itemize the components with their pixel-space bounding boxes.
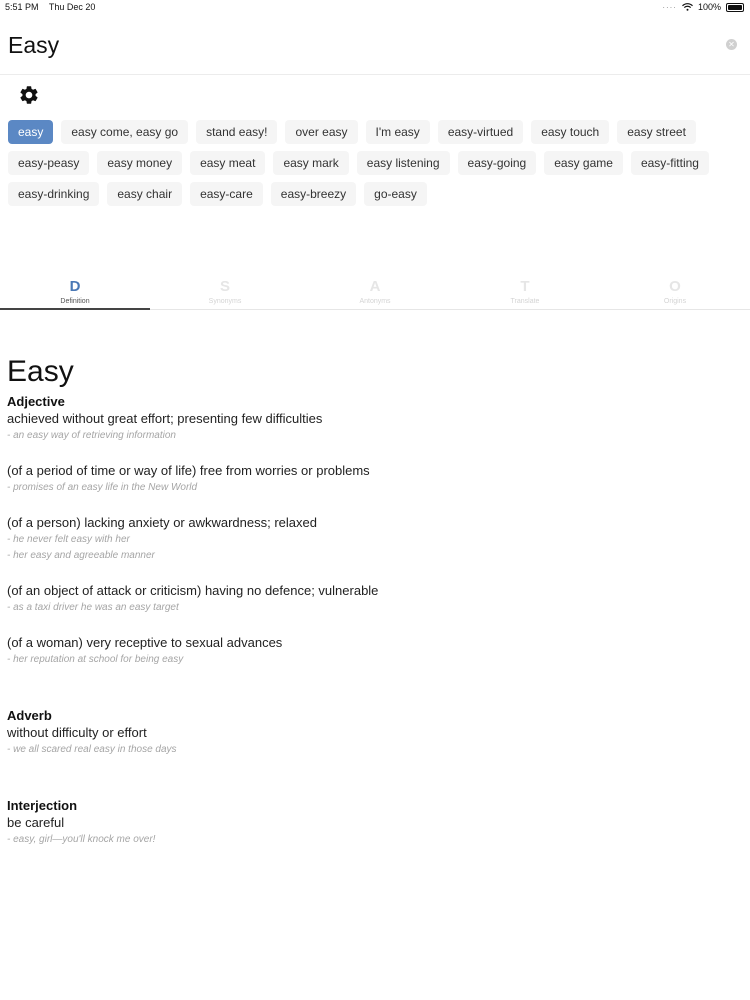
part-of-speech: Interjection: [7, 798, 78, 813]
battery-icon: [726, 2, 744, 12]
search-bar: ✕: [0, 18, 750, 75]
battery-percent: 100%: [697, 2, 721, 12]
antonyms-icon: A: [369, 278, 381, 295]
example-text: - promises of an easy life in the New Wo…: [7, 482, 198, 493]
wifi-icon: [682, 3, 693, 11]
example-text: - her reputation at school for being eas…: [7, 654, 184, 665]
phrase-chip[interactable]: easy listening: [356, 151, 450, 175]
chip-row: easy-drinking easy chair easy-care easy-bre…: [8, 182, 738, 206]
definition-text: be careful: [7, 815, 65, 830]
phrase-chip[interactable]: easy money: [97, 151, 183, 175]
tab-bar: D Definition S Synonyms A Antonyms T Translate O…: [0, 276, 750, 310]
origins-icon: O: [669, 278, 681, 295]
tab-label: Synonyms: [208, 298, 242, 305]
pos-block: Adjective achieved without great effort; …: [7, 394, 727, 668]
definition-text: without difficulty or effort: [7, 725, 147, 740]
tab-origins[interactable]: O Origins: [600, 276, 750, 309]
definition-text: achieved without great effort; presentin…: [7, 411, 323, 426]
status-date: Thu Dec 20: [48, 2, 96, 12]
tab-label: Origins: [663, 298, 687, 305]
pos-block: Adverb without difficulty or effort - we a…: [7, 708, 727, 758]
clear-icon[interactable]: ✕: [726, 39, 737, 50]
sense: without difficulty or effort - we all sca…: [7, 724, 727, 758]
pos-groups: Adjective achieved without great effort; …: [7, 394, 727, 848]
sense: achieved without great effort; presentin…: [7, 410, 727, 444]
phrase-chip[interactable]: easy-drinking: [8, 182, 100, 206]
phrase-chip[interactable]: easy-virtued: [437, 120, 524, 144]
part-of-speech: Adverb: [7, 708, 52, 723]
definition-icon: D: [69, 278, 81, 295]
phrase-chip[interactable]: easy mark: [273, 151, 349, 175]
phrase-chip[interactable]: easy come, easy go: [61, 120, 189, 144]
chip-row: easy-peasy easy money easy meat easy mark ea…: [8, 151, 738, 175]
phrase-chip[interactable]: easy chair: [107, 182, 183, 206]
phrase-chip[interactable]: go-easy: [364, 182, 427, 206]
synonyms-icon: S: [219, 278, 230, 295]
sense: (of a period of time or way of life) fre…: [7, 462, 727, 496]
phrase-chip[interactable]: easy game: [544, 151, 623, 175]
tab-antonyms[interactable]: A Antonyms: [300, 276, 450, 309]
example-text: - he never felt easy with her: [7, 534, 130, 545]
chip-row: easy easy come, easy go stand easy! over ea…: [8, 120, 738, 144]
phrase-chip[interactable]: easy meat: [190, 151, 266, 175]
tab-translate[interactable]: T Translate: [450, 276, 600, 309]
phrase-chip[interactable]: easy-going: [457, 151, 537, 175]
sense: (of an object of attack or criticism) ha…: [7, 582, 727, 616]
status-bar: 5:51 PM Thu Dec 20 ···· 100%: [0, 0, 750, 16]
phrase-chip[interactable]: easy-peasy: [8, 151, 90, 175]
gear-icon[interactable]: [18, 84, 40, 106]
example-text: - her easy and agreeable manner: [7, 550, 155, 561]
search-input[interactable]: [8, 30, 688, 60]
related-phrases: easy easy come, easy go stand easy! over ea…: [8, 120, 738, 220]
definition-text: (of a person) lacking anxiety or awkward…: [7, 515, 317, 530]
status-time: 5:51 PM: [5, 2, 39, 12]
sense: (of a person) lacking anxiety or awkward…: [7, 514, 727, 564]
tab-label: Definition: [60, 298, 90, 305]
status-right: ···· 100%: [662, 2, 744, 12]
phrase-chip[interactable]: easy street: [617, 120, 696, 144]
definition-text: (of a woman) very receptive to sexual ad…: [7, 635, 283, 650]
example-text: - we all scared real easy in those days: [7, 744, 177, 755]
phrase-chip[interactable]: easy: [8, 120, 54, 144]
phrase-chip[interactable]: easy touch: [531, 120, 610, 144]
phrase-chip[interactable]: easy-breezy: [270, 182, 357, 206]
signal-dots-icon: ····: [662, 2, 677, 12]
part-of-speech: Adjective: [7, 394, 65, 409]
sense: (of a woman) very receptive to sexual ad…: [7, 634, 727, 668]
phrase-chip[interactable]: over easy: [285, 120, 358, 144]
example-text: - easy, girl—you'll knock me over!: [7, 834, 156, 845]
definition-text: (of an object of attack or criticism) ha…: [7, 583, 379, 598]
entry-word: Easy: [7, 355, 74, 388]
definition-content: Easy Adjective achieved without great eff…: [7, 354, 727, 888]
tab-definition[interactable]: D Definition: [0, 276, 150, 310]
phrase-chip[interactable]: I'm easy: [365, 120, 430, 144]
example-text: - as a taxi driver he was an easy target: [7, 602, 179, 613]
tab-label: Translate: [510, 298, 540, 305]
tab-synonyms[interactable]: S Synonyms: [150, 276, 300, 309]
phrase-chip[interactable]: easy-fitting: [630, 151, 709, 175]
phrase-chip[interactable]: stand easy!: [196, 120, 278, 144]
status-left: 5:51 PM Thu Dec 20: [5, 2, 103, 12]
sense: be careful - easy, girl—you'll knock me o…: [7, 814, 727, 848]
tab-label: Antonyms: [359, 298, 391, 305]
example-text: - an easy way of retrieving information: [7, 430, 176, 441]
phrase-chip[interactable]: easy-care: [190, 182, 263, 206]
translate-icon: T: [520, 278, 530, 295]
pos-block: Interjection be careful - easy, girl—you'l…: [7, 798, 727, 848]
definition-text: (of a period of time or way of life) fre…: [7, 463, 370, 478]
